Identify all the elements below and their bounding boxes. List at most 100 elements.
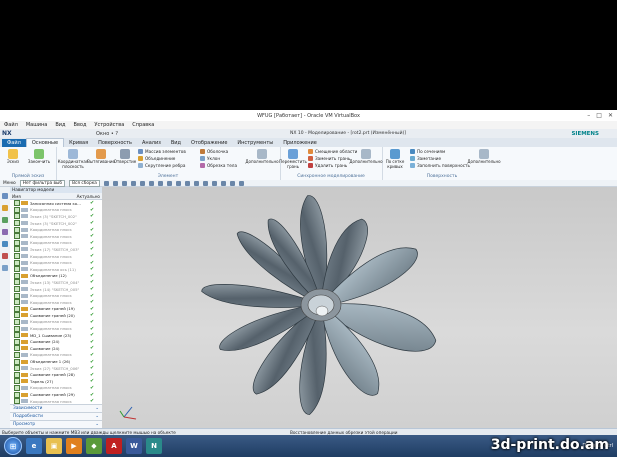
tree-row[interactable]: Эскиз (3) "SKETCH_002" ✔	[10, 213, 102, 220]
shell-button[interactable]: Оболочка	[200, 149, 228, 154]
checkbox-icon[interactable]	[14, 345, 20, 352]
checkbox-icon[interactable]	[14, 233, 20, 240]
checkbox-icon[interactable]	[14, 266, 20, 273]
acrobat-icon[interactable]: A	[106, 438, 122, 454]
center-icon[interactable]	[157, 180, 163, 186]
explorer-icon[interactable]: ▣	[46, 438, 62, 454]
point-icon[interactable]	[112, 180, 118, 186]
unite-button[interactable]: Объединение	[138, 156, 175, 161]
menu-button[interactable]: Меню	[3, 181, 16, 186]
tree-row[interactable]: Координатная плоск ✔	[10, 233, 102, 240]
tree-row[interactable]: Сшивание граней (20) ✔	[10, 312, 102, 319]
quadrant-icon[interactable]	[166, 180, 172, 186]
checkbox-icon[interactable]	[14, 226, 20, 233]
checkbox-icon[interactable]	[14, 365, 20, 372]
tree-row[interactable]: Координатная плоск ✔	[10, 292, 102, 299]
tree-row[interactable]: Координатная плоск ✔	[10, 206, 102, 214]
checkbox-icon[interactable]	[14, 299, 20, 306]
existing-point-icon[interactable]	[175, 180, 181, 186]
tree-row[interactable]: Сшивание (24) ✔	[10, 338, 102, 345]
intersection-icon[interactable]	[148, 180, 154, 186]
maximize-icon[interactable]: □	[596, 112, 602, 119]
tab-home[interactable]: Основные	[25, 138, 65, 147]
checkbox-icon[interactable]	[14, 338, 20, 345]
checkbox-icon[interactable]	[14, 253, 20, 260]
scope-select[interactable]: Вся сборка	[69, 179, 100, 187]
control-point-icon[interactable]	[139, 180, 145, 186]
tree-row[interactable]: Эскиз (13) "SKETCH_004" ✔	[10, 279, 102, 286]
sketch-button[interactable]: Эскиз	[0, 149, 26, 165]
menu-file[interactable]: Файл	[4, 122, 18, 128]
through-curve-mesh-button[interactable]: По сетке кривых	[382, 149, 408, 169]
minimize-icon[interactable]: –	[587, 112, 590, 119]
hd3d-tools-icon[interactable]	[2, 229, 8, 235]
tab-file[interactable]: Файл	[2, 139, 26, 147]
checkbox-icon[interactable]	[14, 351, 20, 358]
word-icon[interactable]: W	[126, 438, 142, 454]
checkbox-icon[interactable]	[14, 220, 20, 227]
section-preview[interactable]: Просмотр ⌄	[10, 420, 102, 428]
tree-row[interactable]: Объединение (12) ✔	[10, 272, 102, 280]
checkbox-icon[interactable]	[14, 200, 20, 207]
start-button[interactable]: ⊞	[4, 437, 22, 455]
checkbox-icon[interactable]	[14, 378, 20, 385]
tree-row[interactable]: Координатная ось (11) ✔	[10, 266, 102, 273]
delete-face-button[interactable]: Удалить грань	[308, 163, 347, 168]
checkbox-icon[interactable]	[14, 305, 20, 312]
column-current[interactable]: Актуально	[77, 194, 100, 199]
tree-row[interactable]: Сшивание (24) ✔	[10, 345, 102, 352]
on-curve-icon[interactable]	[184, 180, 190, 186]
tree-row[interactable]: Координатная плоск ✔	[10, 253, 102, 260]
tab-view[interactable]: Вид	[166, 139, 186, 147]
window-menu[interactable]: Окно • ?	[96, 131, 118, 137]
tab-tools[interactable]: Инструменты	[232, 139, 278, 147]
replace-face-button[interactable]: Заменить грань	[308, 156, 350, 161]
tab-surface[interactable]: Поверхность	[93, 139, 137, 147]
tree-row[interactable]: Сшивание граней (19) ✔	[10, 305, 102, 313]
snap-icon[interactable]	[103, 180, 109, 186]
tree-row[interactable]: Эскиз (17) "SKETCH_003" ✔	[10, 246, 102, 253]
move-face-button[interactable]: Переместить грань	[279, 149, 307, 169]
tree-row[interactable]: Эскиз (27) "SKETCH_006" ✔	[10, 365, 102, 372]
checkbox-icon[interactable]	[14, 371, 20, 378]
tree-row[interactable]: Координатная плоск ✔	[10, 299, 102, 306]
tree-row[interactable]: Координатная плоск ✔	[10, 259, 102, 266]
checkbox-icon[interactable]	[14, 246, 20, 253]
mid-point-icon[interactable]	[130, 180, 136, 186]
extrude-button[interactable]: Вытягивание	[87, 149, 115, 165]
media-player-icon[interactable]: ▶	[66, 438, 82, 454]
array-feature-button[interactable]: Массив элементов	[138, 149, 186, 154]
checkbox-icon[interactable]	[14, 206, 20, 213]
checkbox-icon[interactable]	[14, 318, 20, 325]
draft-button[interactable]: Уклон	[200, 156, 220, 161]
part-navigator-icon[interactable]	[2, 205, 8, 211]
nx-taskbar-icon[interactable]: N	[146, 438, 162, 454]
through-curves-button[interactable]: По сечениям	[410, 149, 445, 154]
tab-curve[interactable]: Кривая	[64, 139, 93, 147]
tree-row[interactable]: Эскиз (3) "SKETCH_002" ✔	[10, 220, 102, 227]
datum-plane-button[interactable]: Координатная плоскость	[58, 149, 88, 169]
tree-row[interactable]: Координатная плоск ✔	[10, 226, 102, 233]
trim-body-button[interactable]: Обрезка тела	[200, 163, 237, 168]
checkbox-icon[interactable]	[14, 325, 20, 332]
tree-row[interactable]: Координатная плоск ✔	[10, 351, 102, 359]
view-triad[interactable]	[119, 406, 137, 420]
tab-render[interactable]: Отображение	[186, 139, 232, 147]
hole-button[interactable]: Отверстие	[112, 149, 138, 165]
web-browser-icon[interactable]	[2, 241, 8, 247]
impeller-model[interactable]	[102, 187, 617, 428]
shaded-view-icon[interactable]	[229, 180, 235, 186]
menu-input[interactable]: Ввод	[74, 122, 87, 128]
checkbox-icon[interactable]	[14, 286, 20, 293]
tree-row[interactable]: MD_1 Сшивание (23) ✔	[10, 332, 102, 339]
roles-icon[interactable]	[2, 265, 8, 271]
app-icon[interactable]: ◆	[86, 438, 102, 454]
tree-row[interactable]: Записанная система коорд ✔	[10, 200, 102, 207]
tree-row[interactable]: Координатная плоск ✔	[10, 384, 102, 392]
rotate-view-icon[interactable]	[211, 180, 217, 186]
tab-analysis[interactable]: Анализ	[137, 139, 166, 147]
checkbox-icon[interactable]	[14, 292, 20, 299]
checkbox-icon[interactable]	[14, 384, 20, 391]
checkbox-icon[interactable]	[14, 272, 20, 279]
menu-devices[interactable]: Устройства	[94, 122, 124, 128]
